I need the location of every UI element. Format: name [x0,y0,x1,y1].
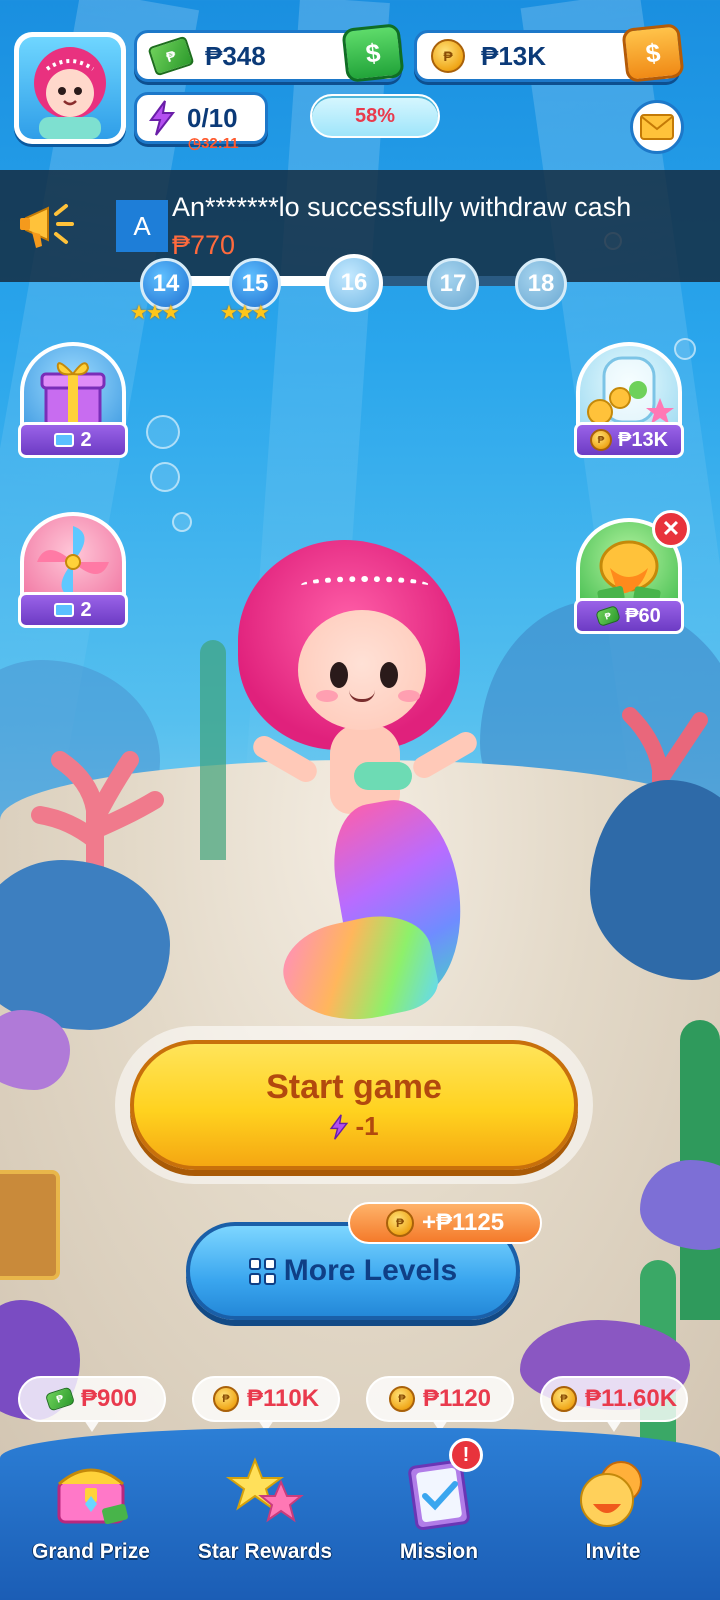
nav-mission[interactable]: ! Mission [354,1438,524,1584]
level-node-17[interactable]: 17 [427,258,479,310]
nav-grand-prize-label: Grand Prize [32,1540,150,1563]
grid-icon [248,1257,276,1285]
cash-icon: ₱ [147,35,195,77]
cash-chest-value: ₱60 [625,604,661,627]
coin-icon: ₱ [212,1386,239,1412]
reward-bubble-star-rewards: ₱ ₱110K [192,1376,340,1432]
dollar-coin-icon: $ [644,36,662,69]
progress-pill[interactable]: 58% [310,94,440,138]
cash-icon: ₱ [44,1386,76,1412]
reward-value: ₱11.60K [584,1385,678,1412]
coin-icon: ₱ [431,39,465,73]
ticker-amount: ₱770 [172,230,236,260]
mermaid-avatar-icon [34,47,106,139]
clock-icon: ◷ [188,135,202,152]
reward-bubble-mission: ₱ ₱1120 [366,1376,514,1432]
level-node-16[interactable]: 16 [325,254,383,312]
gift-box-tag: 2 [18,422,128,458]
coin-icon: ₱ [550,1386,577,1412]
cash-balance-value: ₱348 [205,40,266,71]
reward-value: ₱110K [246,1385,320,1412]
nav-invite[interactable]: Invite [528,1444,698,1584]
energy-value: 0/10 [187,102,238,133]
level-number: 14 [152,270,180,297]
energy-timer-value: 32:11 [201,135,239,152]
level-stars-14: ★★★ [130,302,180,324]
level-number: 15 [241,270,269,297]
energy-timer: ◷32:11 [188,134,239,152]
pinwheel-tag: 2 [18,592,128,628]
treasure-jar-value: ₱13K [617,428,669,451]
treasure-jar-tag: ₱ ₱13K [574,422,684,458]
ticket-icon [54,603,75,617]
treasure-chest-icon [57,1468,128,1525]
coin-icon: ₱ [589,429,612,451]
level-number: 17 [439,270,467,297]
close-icon: ✕ [661,516,681,541]
more-levels-bonus-value: +₱1125 [421,1209,505,1236]
reward-value: ₱900 [80,1385,138,1412]
cash-chest-tag: ₱ ₱60 [574,598,684,634]
bolt-icon [330,1113,349,1140]
ticker-user-avatar: A [116,200,168,252]
coin-icon: ₱ [385,1209,414,1237]
start-game-label: Start game [266,1068,442,1106]
coin-balance-value: ₱13K [481,40,547,71]
add-coins-button[interactable]: $ [621,23,685,83]
pinwheel-button[interactable]: 2 [18,512,128,630]
ticket-icon [54,433,75,447]
megaphone-icon [20,204,74,248]
level-node-18[interactable]: 18 [515,258,567,310]
ticker-text: An*******lo successfully withdraw cash ₱… [172,188,632,264]
bolt-icon [147,100,177,136]
envelope-icon [640,114,674,140]
ticker-message: An*******lo successfully withdraw cash [172,192,632,222]
more-levels-bonus-tag: ₱ +₱1125 [348,1202,542,1244]
mail-button[interactable] [630,100,684,154]
mission-badge: ! [449,1438,483,1472]
nav-mission-label: Mission [399,1540,479,1563]
start-game-button[interactable]: Start game -1 [130,1040,578,1170]
coin-icon: ₱ [388,1386,415,1412]
player-avatar[interactable] [14,32,126,144]
level-number: 18 [527,270,555,297]
progress-value: 58% [354,104,396,127]
nav-star-rewards-label: Star Rewards [197,1540,333,1563]
start-game-cost: -1 [329,1111,379,1142]
close-offer-button[interactable]: ✕ [652,510,690,548]
nav-invite-label: Invite [585,1540,641,1563]
dollar-cash-icon: $ [364,36,382,69]
nav-star-rewards[interactable]: Star Rewards [180,1444,350,1584]
more-levels-label: More Levels [283,1254,458,1287]
start-game-cost-value: -1 [355,1111,379,1141]
pinwheel-count: 2 [80,598,92,621]
cash-icon: ₱ [595,604,622,628]
treasure-jar-button[interactable]: ₱ ₱13K [574,342,684,460]
reward-bubble-invite: ₱ ₱11.60K [540,1376,688,1432]
invite-face-icon [580,1461,642,1527]
gift-box-button[interactable]: 2 [18,342,128,460]
reward-bubble-grand-prize: ₱ ₱900 [18,1376,166,1432]
level-number: 16 [340,269,368,296]
gift-box-count: 2 [80,428,92,451]
reward-value: ₱1120 [422,1385,492,1412]
add-cash-button[interactable]: $ [341,23,405,83]
nav-grand-prize[interactable]: Grand Prize [6,1444,176,1584]
stars-icon [225,1457,304,1523]
level-stars-15: ★★★ [220,302,270,324]
